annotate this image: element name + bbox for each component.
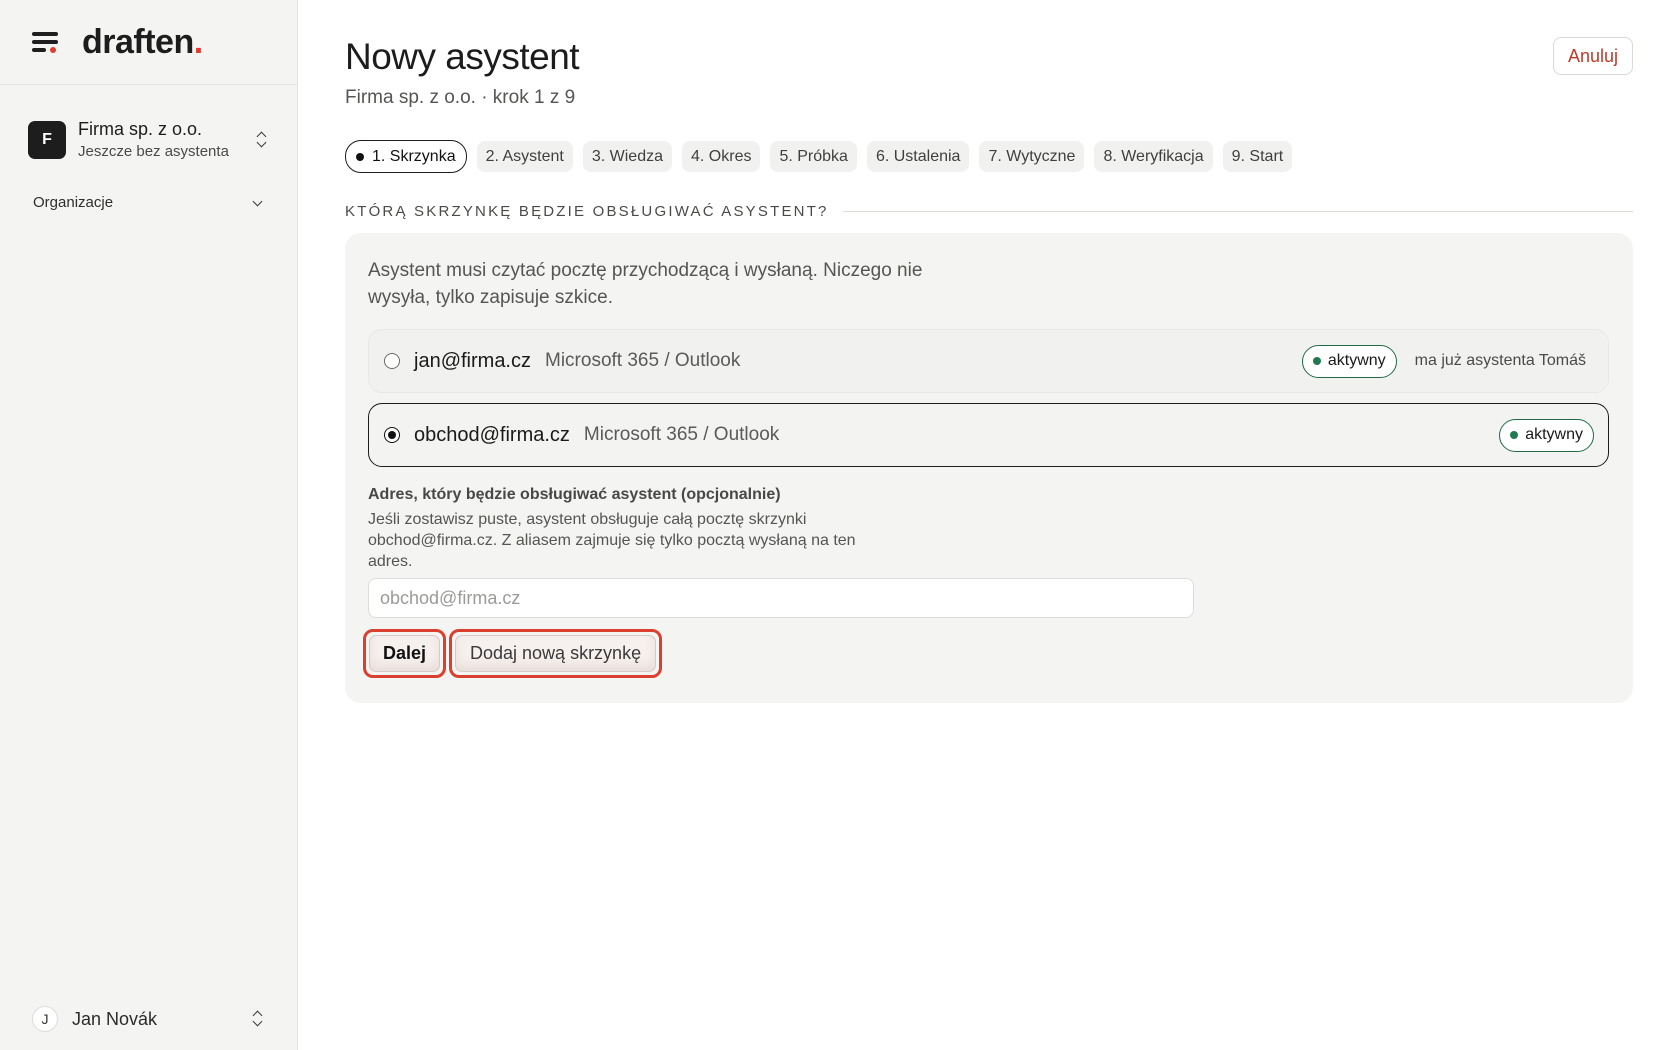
alias-input[interactable] (368, 578, 1194, 618)
step-knowledge[interactable]: 3. Wiedza (582, 141, 672, 172)
logo-text: draften (82, 23, 194, 61)
step-label: 1. Skrzynka (372, 147, 456, 165)
mailbox-provider: Microsoft 365 / Outlook (545, 350, 741, 371)
mailbox-radio[interactable] (384, 353, 400, 369)
status-badge-label: aktywny (1525, 426, 1583, 443)
mailbox-card: Asystent musi czytać pocztę przychodzącą… (345, 233, 1633, 703)
status-dot-icon (1510, 431, 1519, 439)
section-divider (842, 211, 1633, 212)
user-switcher[interactable]: J Jan Novák (0, 1006, 297, 1032)
menu-icon[interactable] (32, 30, 60, 54)
step-settings[interactable]: 6. Ustalenia (866, 141, 970, 172)
org-subtitle: Jeszcze bez asystenta (78, 143, 229, 160)
org-name: Firma sp. z o.o. (78, 119, 203, 139)
step-mailbox[interactable]: 1. Skrzynka (345, 140, 467, 173)
chevron-up-down-icon (255, 130, 269, 150)
wizard-steps: 1. Skrzynka 2. Asystent 3. Wiedza 4. Okr… (345, 140, 1302, 173)
status-dot-icon (1312, 357, 1321, 365)
step-guidelines[interactable]: 7. Wytyczne (979, 141, 1085, 172)
mailbox-note: ma już asystenta Tomáš (1414, 352, 1586, 369)
mailbox-radio[interactable] (384, 427, 400, 443)
mailbox-email: obchod@firma.cz (414, 423, 570, 446)
user-name: Jan Novák (72, 1008, 158, 1029)
sidebar-section-label: Organizacje (33, 194, 114, 211)
step-verification[interactable]: 8. Weryfikacja (1094, 141, 1213, 172)
cancel-button[interactable]: Anuluj (1552, 37, 1633, 75)
active-step-dot-icon (356, 152, 364, 161)
mailbox-provider: Microsoft 365 / Outlook (583, 424, 780, 445)
sidebar: draften. F Firma sp. z o.o. Jeszcze bez … (0, 0, 298, 1050)
mailbox-option-selected[interactable]: obchod@firma.cz Microsoft 365 / Outlook … (368, 403, 1609, 467)
chevron-down-icon (253, 198, 263, 208)
sidebar-header: draften. (0, 0, 297, 85)
org-switcher[interactable]: F Firma sp. z o.o. Jeszcze bez asystenta (0, 118, 297, 162)
add-mailbox-button[interactable]: Dodaj nową skrzynkę (455, 635, 657, 672)
step-assistant[interactable]: 2. Asystent (476, 141, 573, 172)
mailbox-email: jan@firma.cz (414, 349, 531, 372)
alias-label: Adres, który będzie obsługiwać asystent … (368, 486, 781, 503)
user-avatar: J (32, 1006, 58, 1032)
step-sample[interactable]: 5. Próbka (770, 141, 857, 172)
add-mailbox-button-highlight: Dodaj nową skrzynkę (449, 629, 663, 678)
chevron-up-down-icon (251, 1009, 265, 1029)
card-description: Asystent musi czytać pocztę przychodzącą… (368, 260, 923, 308)
next-button-highlight: Dalej (363, 629, 447, 678)
mailbox-option[interactable]: jan@firma.cz Microsoft 365 / Outlook akt… (368, 329, 1609, 393)
org-text: Firma sp. z o.o. Jeszcze bez asystenta (78, 118, 255, 162)
logo-dot: . (193, 23, 203, 61)
page-title: Nowy asystent (345, 36, 580, 77)
section-label: KTÓRĄ SKRZYNKĘ BĘDZIE OBSŁUGIWAĆ ASYSTEN… (345, 203, 829, 220)
status-badge: aktywny (1301, 344, 1397, 378)
org-avatar: F (28, 121, 66, 159)
section-header: KTÓRĄ SKRZYNKĘ BĘDZIE OBSŁUGIWAĆ ASYSTEN… (345, 203, 1633, 220)
page-subtitle: Firma sp. z o.o. · krok 1 z 9 (345, 87, 576, 108)
main-content: Nowy asystent Firma sp. z o.o. · krok 1 … (345, 0, 1633, 1050)
sidebar-section-organizations[interactable]: Organizacje (0, 194, 297, 211)
alias-help-text: Jeśli zostawisz puste, asystent obsługuj… (368, 511, 856, 570)
logo[interactable]: draften. (82, 25, 203, 59)
step-period[interactable]: 4. Okres (682, 141, 761, 172)
step-start[interactable]: 9. Start (1222, 141, 1293, 172)
status-badge: aktywny (1499, 418, 1594, 452)
next-button[interactable]: Dalej (369, 635, 441, 672)
status-badge-label: aktywny (1327, 352, 1386, 369)
